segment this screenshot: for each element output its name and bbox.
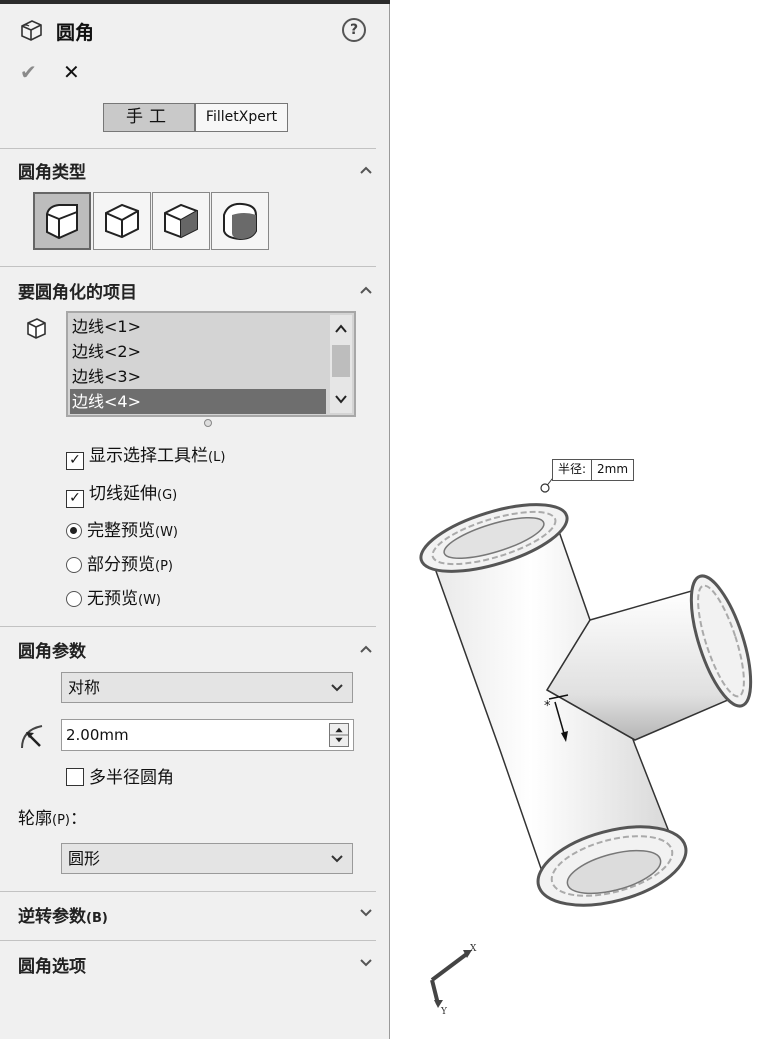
fillet-method-dropdown[interactable]: 对称 — [61, 672, 353, 703]
list-item[interactable]: 边线<4> — [70, 389, 326, 414]
fillet-options-section-title[interactable]: 圆角选项 — [18, 952, 86, 977]
variable-size-fillet-button[interactable] — [93, 192, 151, 250]
no-preview-radio[interactable]: 无预览(W) — [66, 587, 161, 611]
list-scrollbar[interactable] — [330, 315, 352, 413]
shortcut-label: (P) — [155, 559, 173, 574]
shortcut-label: (B) — [86, 911, 108, 926]
radio-label: 部分预览 — [87, 555, 155, 575]
fillet-feature-icon — [21, 20, 42, 41]
feature-title-row: 圆角 ? — [18, 16, 370, 46]
chevron-up-icon[interactable] — [359, 642, 373, 656]
radius-input[interactable]: 2.00mm — [61, 719, 354, 751]
section-title-text: 逆转参数 — [18, 907, 86, 927]
shortcut-label: (P) — [52, 813, 70, 828]
shortcut-label: (W) — [155, 525, 178, 540]
section-divider — [0, 148, 376, 149]
manual-mode-tab[interactable]: 手工 — [103, 103, 195, 132]
tee-pipe-model[interactable] — [414, 491, 758, 920]
radio-selected-icon[interactable] — [66, 523, 82, 539]
feature-title: 圆角 — [56, 22, 95, 44]
ok-button[interactable]: ✔ — [20, 60, 37, 84]
radio-label: 完整预览 — [87, 521, 155, 541]
profile-dropdown[interactable]: 圆形 — [61, 843, 353, 874]
checkbox-label: 显示选择工具栏 — [89, 446, 208, 466]
radio-unselected-icon[interactable] — [66, 557, 82, 573]
face-fillet-icon — [164, 203, 198, 239]
list-item[interactable]: 边线<1> — [70, 314, 326, 339]
radio-unselected-icon[interactable] — [66, 591, 82, 607]
chevron-down-icon[interactable] — [359, 956, 373, 970]
constant-fillet-icon — [46, 204, 78, 240]
chevron-down-icon — [331, 855, 343, 863]
radius-icon — [21, 725, 43, 749]
checkbox-checked-icon[interactable]: ✓ — [66, 490, 84, 508]
section-divider — [0, 626, 376, 627]
edge-selection-icon — [27, 318, 46, 339]
face-fillet-button[interactable] — [152, 192, 210, 250]
chevron-down-icon — [331, 684, 343, 692]
profile-label-colon: ： — [69, 809, 87, 829]
filletxpert-mode-tab[interactable]: FilletXpert — [195, 103, 288, 132]
items-to-fillet-section-title[interactable]: 要圆角化的项目 — [18, 278, 137, 303]
variable-fillet-icon — [105, 203, 139, 239]
chevron-down-icon[interactable] — [359, 906, 373, 920]
checkbox-label: 切线延伸 — [89, 484, 157, 504]
radius-value: 2.00mm — [66, 726, 129, 744]
multiple-radius-checkbox[interactable]: 多半径圆角 — [66, 766, 174, 790]
setback-parameters-section-title[interactable]: 逆转参数(B) — [18, 902, 108, 927]
fillet-parameters-section-title[interactable]: 圆角参数 — [18, 637, 86, 662]
full-round-fillet-button[interactable] — [211, 192, 269, 250]
callout-anchor-icon — [540, 483, 550, 493]
checkbox-checked-icon[interactable]: ✓ — [66, 452, 84, 470]
constant-size-fillet-button[interactable] — [33, 192, 91, 250]
triad-x-label: X — [470, 944, 477, 954]
partial-preview-radio[interactable]: 部分预览(P) — [66, 553, 173, 577]
shortcut-label: (G) — [157, 488, 178, 503]
section-divider — [0, 266, 376, 267]
list-item[interactable]: 边线<3> — [70, 364, 326, 389]
full-preview-radio[interactable]: 完整预览(W) — [66, 519, 178, 543]
section-divider — [0, 891, 376, 892]
dropdown-value: 对称 — [68, 678, 101, 697]
shortcut-label: (L) — [208, 450, 226, 465]
graphics-viewport[interactable]: * X Y — [392, 0, 758, 1039]
panel-top-border — [0, 0, 390, 4]
list-item[interactable]: 边线<2> — [70, 339, 326, 364]
triad-y-label: Y — [440, 1007, 448, 1017]
section-divider — [0, 940, 376, 941]
checkbox-label: 多半径圆角 — [89, 768, 174, 788]
chevron-up-icon[interactable] — [359, 283, 373, 297]
tangent-propagation-checkbox[interactable]: ✓ 切线延伸(G) — [66, 482, 178, 508]
cancel-button[interactable]: ✕ — [63, 60, 80, 84]
radius-callout-value[interactable]: 2mm — [591, 460, 633, 480]
profile-label-text: 轮廓 — [18, 809, 52, 829]
radio-label: 无预览 — [87, 589, 138, 609]
property-manager-panel: 圆角 ? ✔ ✕ 手工 FilletXpert 圆角类型 要圆角化的项目 边线<… — [0, 0, 390, 1039]
edge-selection-list[interactable]: 边线<1> 边线<2> 边线<3> 边线<4> — [66, 311, 356, 417]
svg-text:*: * — [544, 699, 551, 714]
full-round-fillet-icon — [223, 202, 257, 241]
chevron-up-icon[interactable] — [359, 163, 373, 177]
profile-label: 轮廓(P)： — [18, 804, 87, 829]
list-resize-grip[interactable] — [204, 419, 212, 427]
radius-callout-label: 半径: — [558, 462, 587, 476]
fillet-type-section-title[interactable]: 圆角类型 — [18, 158, 86, 183]
radius-spinner[interactable] — [329, 723, 349, 747]
shortcut-label: (W) — [138, 593, 161, 608]
radius-callout[interactable]: 半径: 2mm — [552, 459, 635, 481]
show-selection-toolbar-checkbox[interactable]: ✓ 显示选择工具栏(L) — [66, 444, 226, 470]
checkbox-unchecked-icon[interactable] — [66, 768, 84, 786]
dropdown-value: 圆形 — [68, 849, 101, 868]
help-icon[interactable]: ? — [342, 18, 366, 42]
coordinate-triad-icon — [430, 950, 472, 1008]
